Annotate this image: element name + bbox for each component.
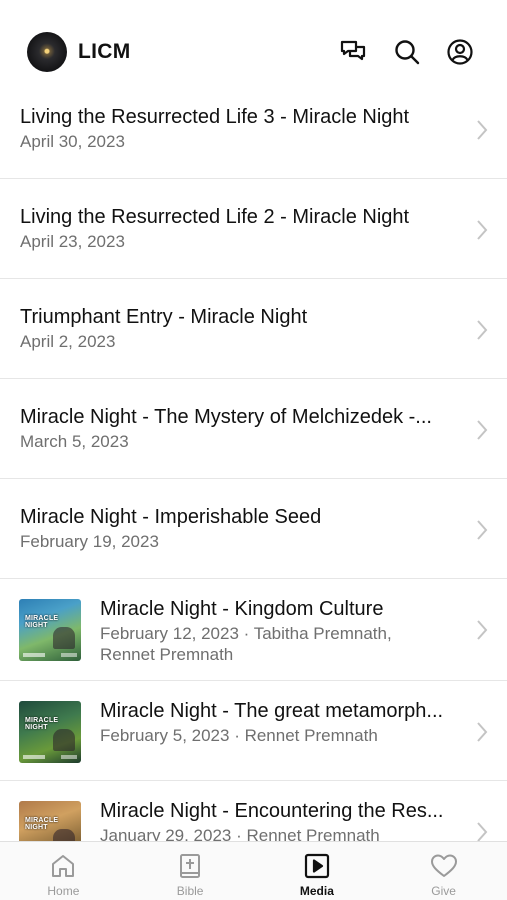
tab-home[interactable]: Home [0,842,127,900]
chevron-right-icon [477,420,488,440]
list-item[interactable]: Miracle Night - The Mystery of Melchized… [0,379,507,479]
chevron-right-icon [477,520,488,540]
tab-bible[interactable]: Bible [127,842,254,900]
tab-media[interactable]: Media [254,842,381,900]
item-date: April 30, 2023 [20,132,125,151]
item-title: Triumphant Entry - Miracle Night [20,306,308,328]
tab-label: Media [299,884,334,898]
media-icon [303,852,331,880]
item-meta: January 29, 2023 · Rennet Premnath [100,826,380,841]
item-meta: February 12, 2023 · Tabitha Premnath, Re… [100,624,392,664]
item-title: Living the Resurrected Life 2 - Miracle … [20,206,410,228]
profile-icon[interactable] [446,38,474,66]
list-item[interactable]: Miracle Night - Imperishable Seed Februa… [0,479,507,579]
app-title: LICM [78,40,131,63]
video-thumbnail: MIRACLE NIGHT [19,701,81,763]
list-item[interactable]: MIRACLE NIGHT Miracle Night - Kingdom Cu… [0,579,507,681]
video-thumbnail: MIRACLE NIGHT [19,801,81,841]
home-icon [49,852,77,880]
media-list[interactable]: Living the Resurrected Life 3 - Miracle … [0,79,507,841]
item-date: April 23, 2023 [20,232,125,251]
chevron-right-icon [477,620,488,640]
list-item[interactable]: Living the Resurrected Life 2 - Miracle … [0,179,507,279]
list-item[interactable]: MIRACLE NIGHT Miracle Night - Encounteri… [0,781,507,841]
thumbnail-text: MIRACLE NIGHT [25,615,59,629]
tab-label: Home [47,884,80,898]
chevron-right-icon [477,220,488,240]
chevron-right-icon [477,320,488,340]
item-date: April 2, 2023 [20,332,116,351]
chevron-right-icon [477,120,488,140]
item-meta: February 5, 2023 · Rennet Premnath [100,726,378,745]
church-logo[interactable] [27,32,67,72]
item-title: Miracle Night - The great metamorph... [100,700,444,722]
item-title: Living the Resurrected Life 3 - Miracle … [20,106,410,128]
list-item[interactable]: Living the Resurrected Life 3 - Miracle … [0,79,507,179]
list-item[interactable]: MIRACLE NIGHT Miracle Night - The great … [0,681,507,781]
tab-label: Give [431,884,456,898]
search-icon[interactable] [393,38,421,66]
item-title: Miracle Night - The Mystery of Melchized… [20,406,432,428]
item-date: February 19, 2023 [20,532,159,551]
heart-icon [430,852,458,880]
tab-give[interactable]: Give [380,842,507,900]
item-date: March 5, 2023 [20,432,129,451]
chat-icon[interactable] [339,38,367,66]
chevron-right-icon [477,722,488,742]
thumbnail-text: MIRACLE NIGHT [25,817,59,831]
item-title: Miracle Night - Encountering the Res... [100,800,444,822]
item-title: Miracle Night - Kingdom Culture [100,598,384,620]
chevron-right-icon [477,822,488,841]
list-item[interactable]: Triumphant Entry - Miracle Night April 2… [0,279,507,379]
video-thumbnail: MIRACLE NIGHT [19,599,81,661]
item-title: Miracle Night - Imperishable Seed [20,506,322,528]
bottom-tab-bar: Home Bible Media Give [0,841,507,900]
thumbnail-text: MIRACLE NIGHT [25,717,59,731]
tab-label: Bible [176,884,204,898]
bible-icon [176,852,204,880]
